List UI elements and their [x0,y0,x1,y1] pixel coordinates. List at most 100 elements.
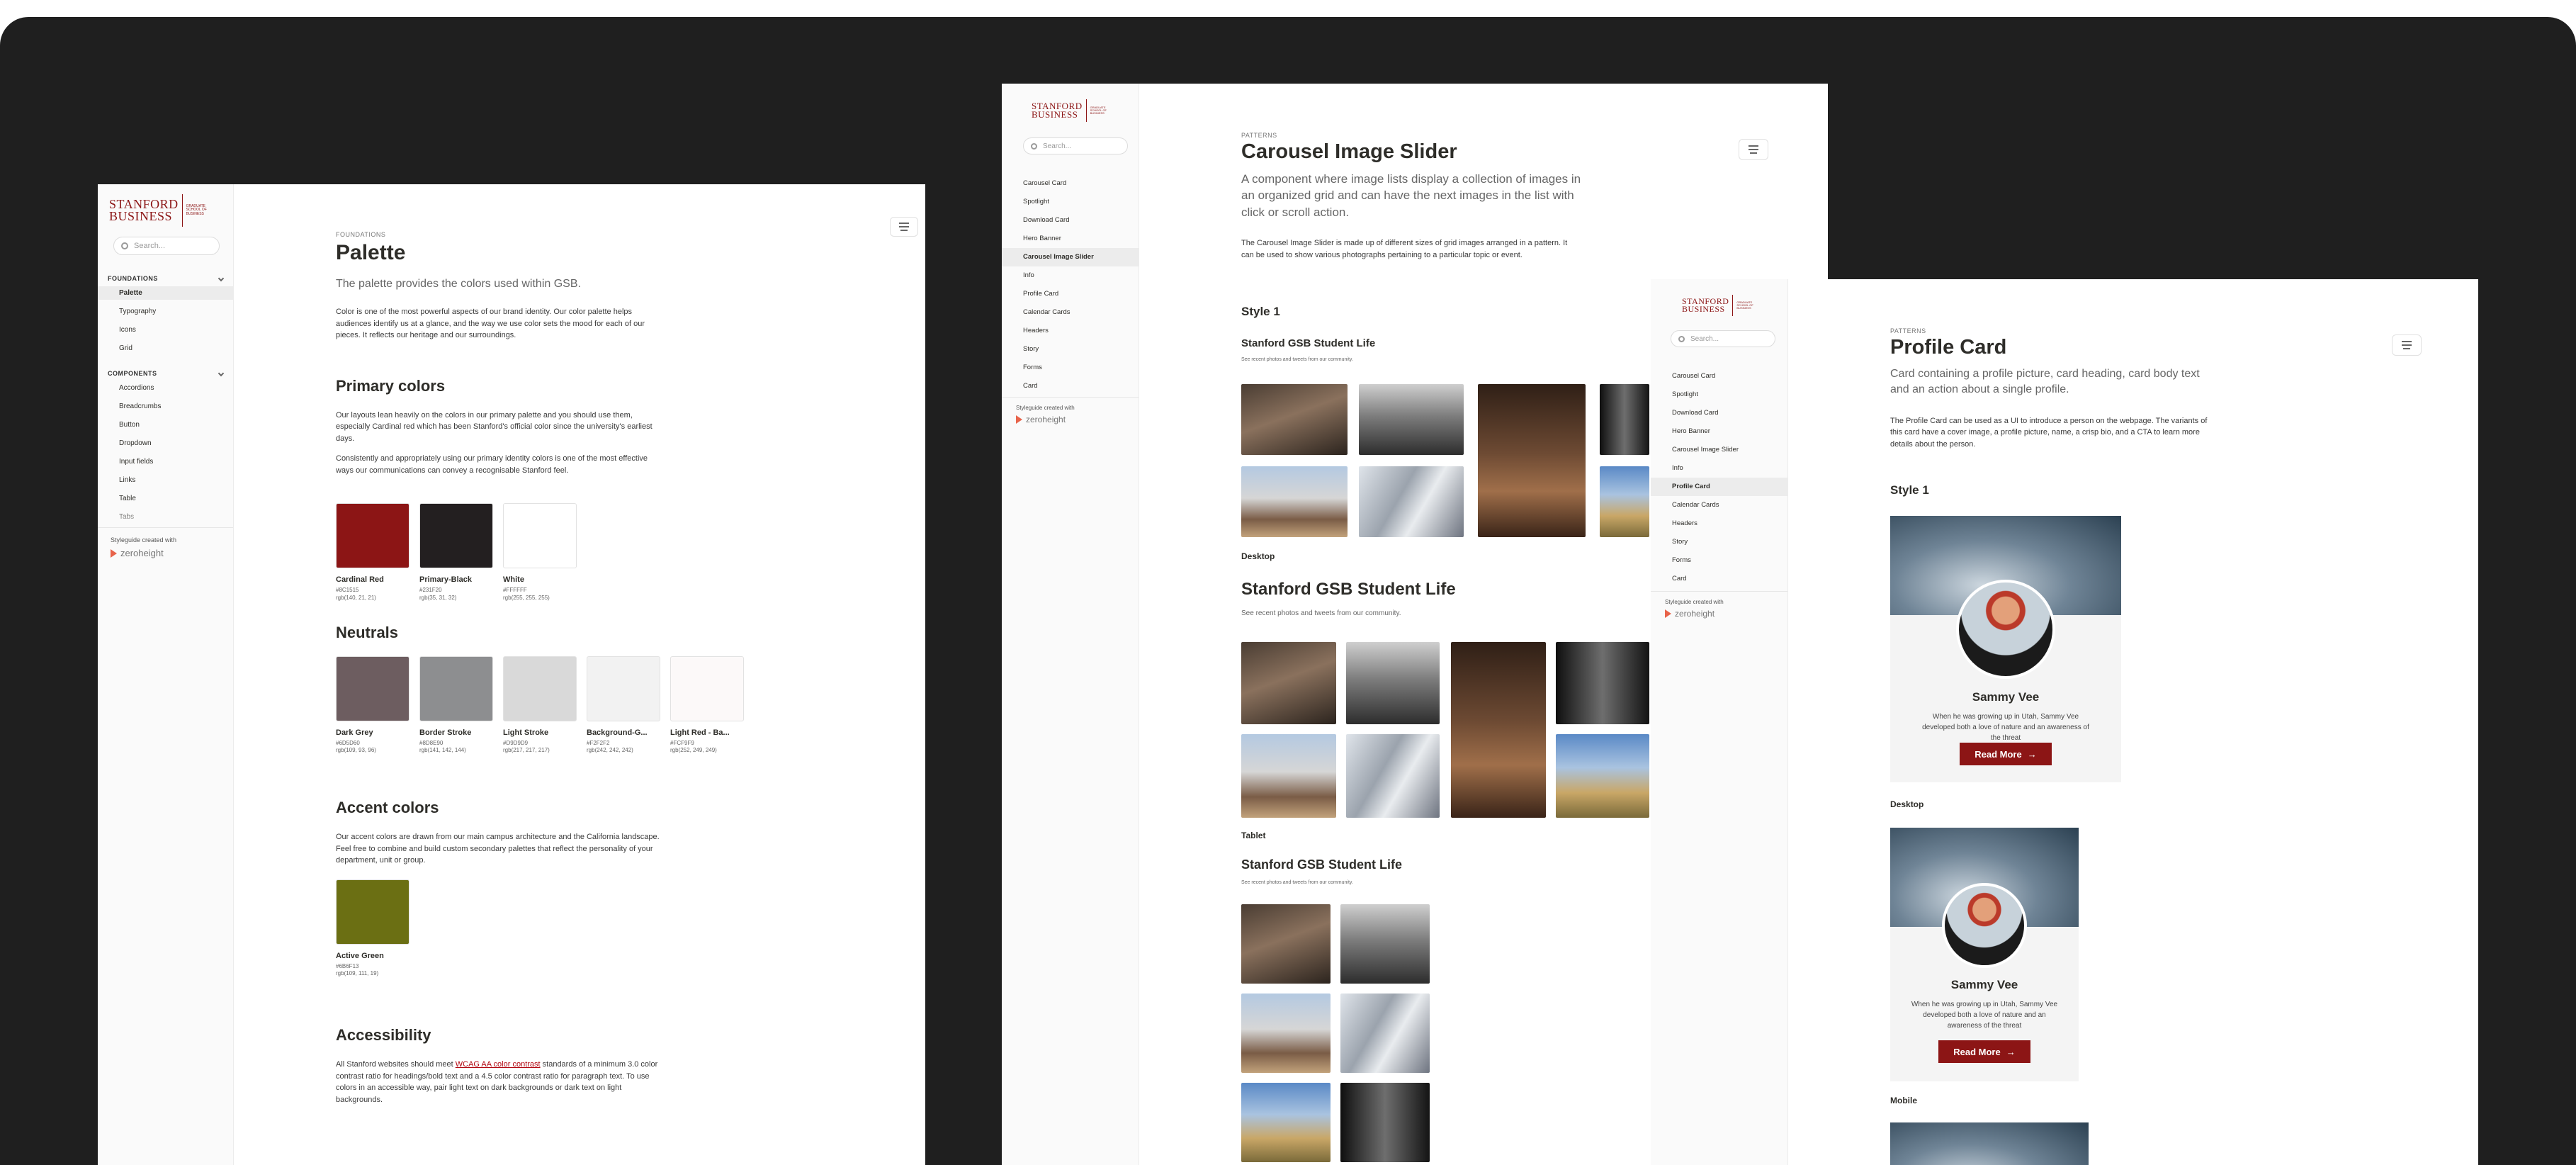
gallery-image[interactable] [1359,466,1464,537]
gallery-image[interactable] [1241,466,1348,537]
sidebar-item-grid[interactable]: Grid [98,342,233,355]
gsb-logo[interactable]: STANFORD BUSINESS GRADUATE SCHOOL OF BUSINE… [109,194,207,227]
zeroheight-logo[interactable]: zeroheight [1665,609,1773,619]
zeroheight-logo[interactable]: zeroheight [111,548,220,558]
sidebar-item-button[interactable]: Button [98,418,233,432]
sidebar-item-forms[interactable]: Forms [1651,551,1787,570]
gallery-image[interactable] [1600,466,1649,537]
swatch-rgb: rgb(255, 255, 255) [503,594,550,601]
sidebar-item-headers[interactable]: Headers [1002,322,1139,340]
color-swatch-active-green[interactable]: Active Green #6B6F13 rgb(109, 111, 19) [336,879,409,979]
search-placeholder: Search... [1043,142,1072,150]
sidebar-item-profile-card[interactable]: Profile Card [1651,478,1787,496]
color-swatch-background-g[interactable]: Background-G... #F2F2F2 rgb(242, 242, 242) [587,655,660,755]
gallery-image[interactable] [1346,734,1440,818]
sidebar-item-hero-banner[interactable]: Hero Banner [1002,230,1139,248]
sidebar-item-story[interactable]: Story [1651,533,1787,551]
color-swatch-border-stroke[interactable]: Border Stroke #8D8E90 rgb(141, 142, 144) [419,655,493,755]
swatch-rgb: rgb(109, 93, 96) [336,747,376,754]
read-more-button[interactable]: Read More → [1938,1040,2030,1063]
sidebar-item-breadcrumbs[interactable]: Breadcrumbs [98,400,233,413]
desktop-label: Desktop [1241,551,1275,561]
sidebar-item-carousel-image-slider[interactable]: Carousel Image Slider [1002,248,1139,266]
gallery-image[interactable] [1451,642,1546,818]
menu-button[interactable] [2392,334,2422,356]
sidebar-item-table[interactable]: Table [98,492,233,505]
sidebar-item-card[interactable]: Card [1002,377,1139,395]
color-swatch-light-stroke[interactable]: Light Stroke #D9D9D9 rgb(217, 217, 217) [503,655,577,755]
gallery-image[interactable] [1359,384,1464,455]
wcag-link[interactable]: WCAG AA color contrast [456,1060,541,1069]
gallery-image[interactable] [1241,1083,1331,1162]
sidebar-item-carousel-card[interactable]: Carousel Card [1651,367,1787,385]
gsb-logo[interactable]: STANFORD BUSINESS GRADUATE SCHOOL OF BUSINE… [1682,295,1753,316]
sidebar-item-carousel-card[interactable]: Carousel Card [1002,174,1139,193]
menu-button[interactable] [1739,139,1768,160]
sidebar-item-info[interactable]: Info [1002,266,1139,285]
color-swatch-light-red-ba[interactable]: Light Red - Ba... #FCF9F9 rgb(252, 249, 24… [670,655,744,755]
gallery-image[interactable] [1241,904,1331,984]
search-input[interactable]: Search... [1023,137,1128,154]
sidebar-item-download-card[interactable]: Download Card [1651,404,1787,422]
gallery-image[interactable] [1556,642,1649,724]
gallery-image[interactable] [1241,642,1336,724]
sidebar-item-dropdown[interactable]: Dropdown [98,437,233,450]
nav-group-components[interactable]: COMPONENTS [98,367,233,380]
gallery-image[interactable] [1478,384,1586,537]
sidebar-item-spotlight[interactable]: Spotlight [1651,385,1787,404]
swatch-color-chip [419,655,493,721]
sidebar-item-palette[interactable]: Palette [98,286,233,300]
color-swatch-primary-black[interactable]: Primary-Black #231F20 rgb(35, 31, 32) [419,503,493,602]
sidebar-item-typography[interactable]: Typography [98,305,233,318]
accent-colors-heading: Accent colors [336,799,439,817]
swatch-color-chip [336,503,409,568]
swatch-name: Cardinal Red [336,575,384,584]
gallery-image[interactable] [1600,384,1649,455]
gallery-image[interactable] [1556,734,1649,818]
sidebar-item-icons[interactable]: Icons [98,323,233,337]
accessibility-paragraph: All Stanford websites should meet WCAG A… [336,1060,658,1104]
gallery-image[interactable] [1241,994,1331,1073]
gallery-image[interactable] [1340,994,1430,1073]
card-bio: When he was growing up in Utah, Sammy Ve… [1922,713,2089,742]
search-input[interactable]: Search... [1671,330,1775,347]
sidebar-item-card[interactable]: Card [1651,570,1787,588]
menu-button[interactable] [890,217,918,237]
search-input[interactable]: Search... [113,237,220,255]
swatch-rgb: rgb(109, 111, 19) [336,970,379,977]
sidebar-item-calendar-cards[interactable]: Calendar Cards [1651,496,1787,514]
sidebar-item-profile-card[interactable]: Profile Card [1002,285,1139,303]
sidebar-item-headers[interactable]: Headers [1651,514,1787,533]
sidebar-item-calendar-cards[interactable]: Calendar Cards [1002,303,1139,322]
gsb-logo[interactable]: STANFORD BUSINESS GRADUATE SCHOOL OF BUSINE… [1032,99,1107,122]
gallery-image[interactable] [1241,734,1336,818]
zeroheight-logo[interactable]: zeroheight [1016,415,1124,424]
sidebar-item-forms[interactable]: Forms [1002,359,1139,377]
swatch-color-chip [670,655,744,721]
gallery-image[interactable] [1340,1083,1430,1162]
color-swatch-cardinal-red[interactable]: Cardinal Red #8C1515 rgb(140, 21, 21) [336,503,409,602]
color-swatch-dark-grey[interactable]: Dark Grey #6D5D60 rgb(109, 93, 96) [336,655,409,755]
gallery-image[interactable] [1346,642,1440,724]
credit-text: Styleguide created with [1016,405,1075,411]
profile-avatar [1942,883,2027,968]
read-more-button[interactable]: Read More → [1960,743,2052,765]
sidebar-item-info[interactable]: Info [1651,459,1787,478]
eyebrow: PATTERNS [1241,132,1277,139]
sidebar-item-links[interactable]: Links [98,473,233,487]
sidebar: STANFORD BUSINESS GRADUATE SCHOOL OF BUSINE… [1002,84,1139,1165]
sidebar-item-carousel-image-slider[interactable]: Carousel Image Slider [1651,441,1787,459]
sidebar-item-download-card[interactable]: Download Card [1002,211,1139,230]
nav-group-foundations[interactable]: FOUNDATIONS [98,272,233,285]
gallery-image[interactable] [1241,384,1348,455]
sidebar-item-hero-banner[interactable]: Hero Banner [1651,422,1787,441]
swatch-color-chip [587,655,660,721]
sidebar-item-accordions[interactable]: Accordions [98,381,233,395]
neutrals-heading: Neutrals [336,623,399,641]
sidebar-item-spotlight[interactable]: Spotlight [1002,193,1139,211]
sidebar-item-input-fields[interactable]: Input fields [98,455,233,468]
neutral-swatch-row: Dark Grey #6D5D60 rgb(109, 93, 96) Border S… [336,655,744,755]
gallery-image[interactable] [1340,904,1430,984]
color-swatch-white[interactable]: White #FFFFFF rgb(255, 255, 255) [503,503,577,602]
sidebar-item-story[interactable]: Story [1002,340,1139,359]
